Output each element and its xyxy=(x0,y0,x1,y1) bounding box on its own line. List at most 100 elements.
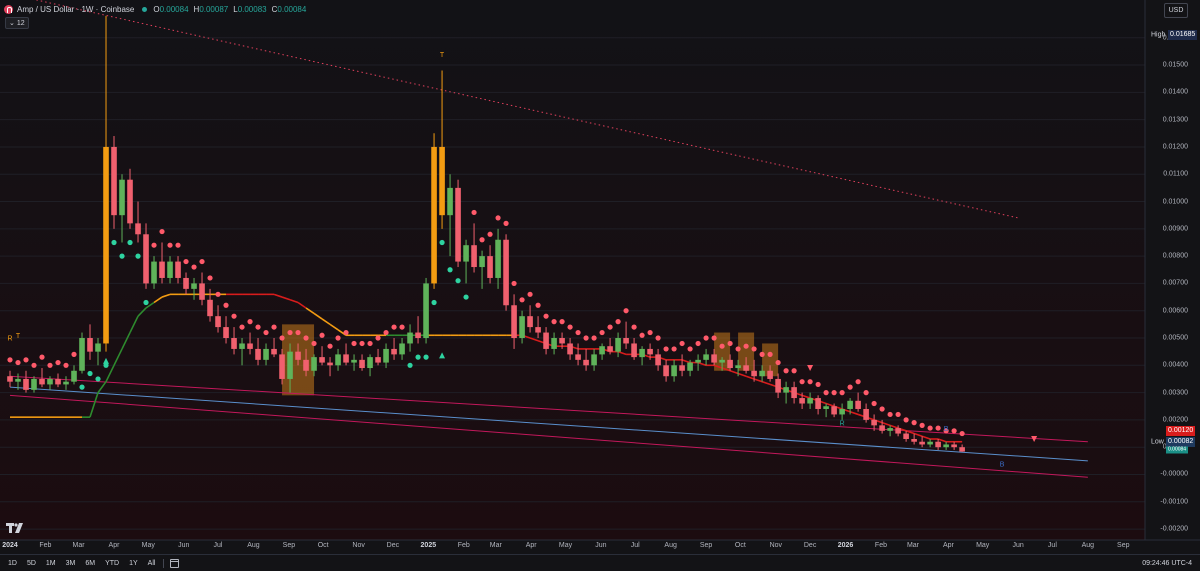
signal-marker-b2: B xyxy=(1000,461,1005,468)
candle-body xyxy=(655,354,661,366)
low-badge: 0.00082 xyxy=(1166,437,1196,447)
candle-body xyxy=(695,359,701,363)
candle-body xyxy=(687,362,693,371)
range-button-5d[interactable]: 5D xyxy=(25,560,38,567)
candle-body xyxy=(359,359,365,369)
time-tick: May xyxy=(558,542,573,549)
time-tick: Jul xyxy=(1047,542,1057,549)
candle-body xyxy=(239,343,245,349)
signal-dot xyxy=(303,335,309,341)
candle-body xyxy=(31,378,37,390)
current-price-badge: 0.00084 xyxy=(1166,446,1189,454)
signal-dot xyxy=(495,215,501,221)
candle-body xyxy=(663,365,669,377)
candle-body xyxy=(847,400,853,409)
time-tick: 2025 xyxy=(420,542,437,549)
candle-body xyxy=(471,245,477,268)
signal-dot xyxy=(263,329,269,336)
signal-dot xyxy=(687,346,693,352)
currency-button[interactable]: USD xyxy=(1164,3,1188,18)
signal-dot xyxy=(191,264,197,270)
candle-body xyxy=(231,338,237,349)
signal-dot xyxy=(887,411,893,418)
calendar-icon[interactable] xyxy=(170,558,180,568)
candle-body xyxy=(631,343,637,358)
signal-dot xyxy=(351,340,357,347)
signal-dot xyxy=(87,370,93,377)
signal-dot xyxy=(375,335,381,341)
candle-body xyxy=(423,283,429,339)
price-chart[interactable]: R TRTRBB xyxy=(0,0,1200,571)
candle-body xyxy=(223,327,229,339)
symbol-title[interactable]: Amp / US Dollar · 1W · Coinbase xyxy=(17,5,134,14)
range-button-ytd[interactable]: YTD xyxy=(103,560,121,567)
indicator-count: 12 xyxy=(16,19,25,27)
signal-dot xyxy=(703,335,709,341)
candle-body xyxy=(151,261,157,284)
range-button-all[interactable]: All xyxy=(146,560,158,567)
candle-body xyxy=(47,378,53,385)
signal-marker-r1: R xyxy=(7,336,12,343)
candle-body xyxy=(623,338,629,344)
candle-body xyxy=(815,398,821,409)
signal-dot xyxy=(623,308,629,314)
signal-dot xyxy=(391,324,397,330)
signal-marker-t1: T xyxy=(16,333,21,340)
candle-body xyxy=(383,348,389,363)
signal-dot xyxy=(775,359,781,366)
candle-body xyxy=(855,400,861,409)
toolbar-separator xyxy=(163,558,165,568)
candle-body xyxy=(23,378,29,390)
candle-body xyxy=(407,332,413,344)
signal-dot xyxy=(71,351,77,357)
ohlc-values: O0.00084 H0.00087 L0.00083 C0.00084 xyxy=(153,5,306,14)
signal-dot xyxy=(583,335,589,341)
indicators-toggle-button[interactable]: ⌄ 12 xyxy=(5,17,29,29)
time-tick: Apr xyxy=(108,542,120,549)
signal-dot xyxy=(335,335,341,341)
signal-dot xyxy=(551,319,557,325)
signal-dot xyxy=(575,329,581,336)
signal-dot xyxy=(207,275,213,281)
signal-dot xyxy=(359,340,365,347)
candle-body xyxy=(639,348,645,358)
candle-body xyxy=(951,444,957,448)
candle-body xyxy=(159,261,165,278)
price-tick: 0.00700 xyxy=(1162,279,1188,287)
candle-body xyxy=(703,354,709,360)
range-button-1d[interactable]: 1D xyxy=(6,560,19,567)
signal-dot xyxy=(31,362,37,368)
signal-dot xyxy=(223,302,229,308)
candle-body xyxy=(615,338,621,352)
last-price-badge: 0.00120 xyxy=(1166,426,1196,436)
candle-body xyxy=(583,359,589,366)
signal-dot xyxy=(295,329,301,336)
time-tick: 2024 xyxy=(2,542,18,549)
time-tick: 2026 xyxy=(837,542,854,549)
signal-dot xyxy=(311,340,317,347)
candle-body xyxy=(559,338,565,344)
candle-body xyxy=(511,305,517,339)
signal-dot xyxy=(479,237,485,243)
candle-body xyxy=(935,441,941,448)
signal-dot xyxy=(439,239,445,246)
range-button-1m[interactable]: 1M xyxy=(44,560,58,567)
range-button-6m[interactable]: 6M xyxy=(83,560,97,567)
range-buttons: 1D 5D 1M 3M 6M YTD 1Y All xyxy=(0,560,157,567)
clock[interactable]: 09:24:46 UTC-4 xyxy=(1142,560,1192,567)
signal-dot xyxy=(695,340,701,347)
signal-dot xyxy=(135,253,141,259)
low-label: Low xyxy=(1151,438,1164,446)
price-tick: -0.00200 xyxy=(1160,525,1188,533)
signal-dot xyxy=(119,253,125,259)
signal-dot xyxy=(903,417,909,423)
time-tick: Sep xyxy=(1117,542,1130,549)
time-tick: Dec xyxy=(803,542,817,549)
range-button-3m[interactable]: 3M xyxy=(64,560,78,567)
range-button-1y[interactable]: 1Y xyxy=(127,560,140,567)
signal-marker-b1: B xyxy=(944,426,949,433)
price-tick: 0.00300 xyxy=(1162,389,1188,397)
signal-dot xyxy=(959,430,965,437)
signal-dot xyxy=(799,379,805,385)
candle-body xyxy=(175,261,181,278)
